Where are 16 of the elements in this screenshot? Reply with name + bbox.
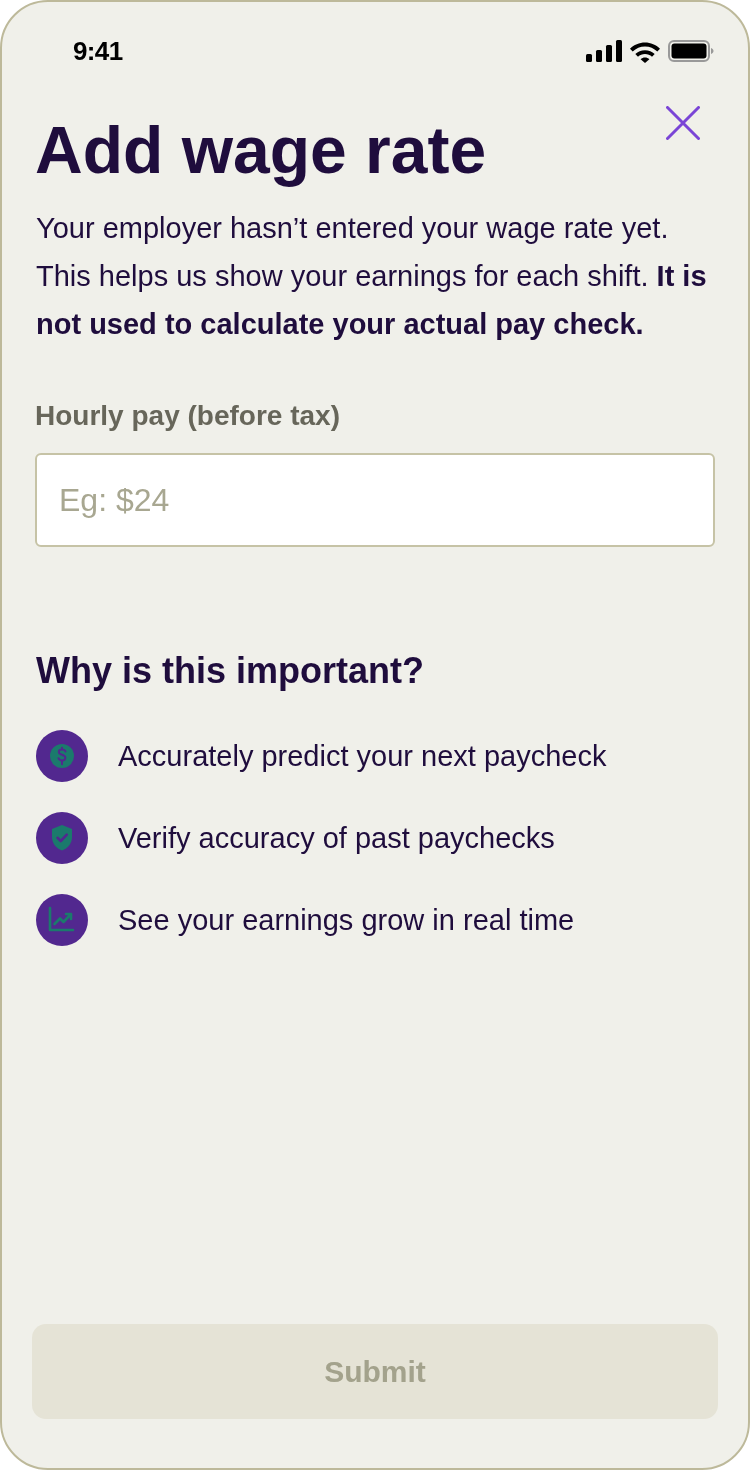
dollar-coin-icon <box>36 730 88 782</box>
benefit-text: Accurately predict your next paycheck <box>118 739 607 773</box>
close-button[interactable] <box>666 106 700 140</box>
battery-icon <box>668 40 714 62</box>
close-icon <box>666 106 700 140</box>
section-heading: Why is this important? <box>36 651 424 691</box>
benefit-text: See your earnings grow in real time <box>118 903 575 937</box>
page-title: Add wage rate <box>35 112 487 188</box>
shield-check-icon <box>36 812 88 864</box>
rising-chart-icon <box>36 894 88 946</box>
intro-paragraph: Your employer hasn’t entered your wage rate yet. This helps us show your earnings for each shift. It is not used to calculate your actual pay check. <box>36 211 708 342</box>
field-label: Hourly pay (before tax) <box>35 400 340 432</box>
status-time: 9:41 <box>73 35 123 68</box>
hourly-pay-input[interactable]: Eg: $24 <box>35 453 715 547</box>
signal-icon <box>586 40 622 62</box>
benefit-text: Verify accuracy of past paychecks <box>118 821 555 855</box>
